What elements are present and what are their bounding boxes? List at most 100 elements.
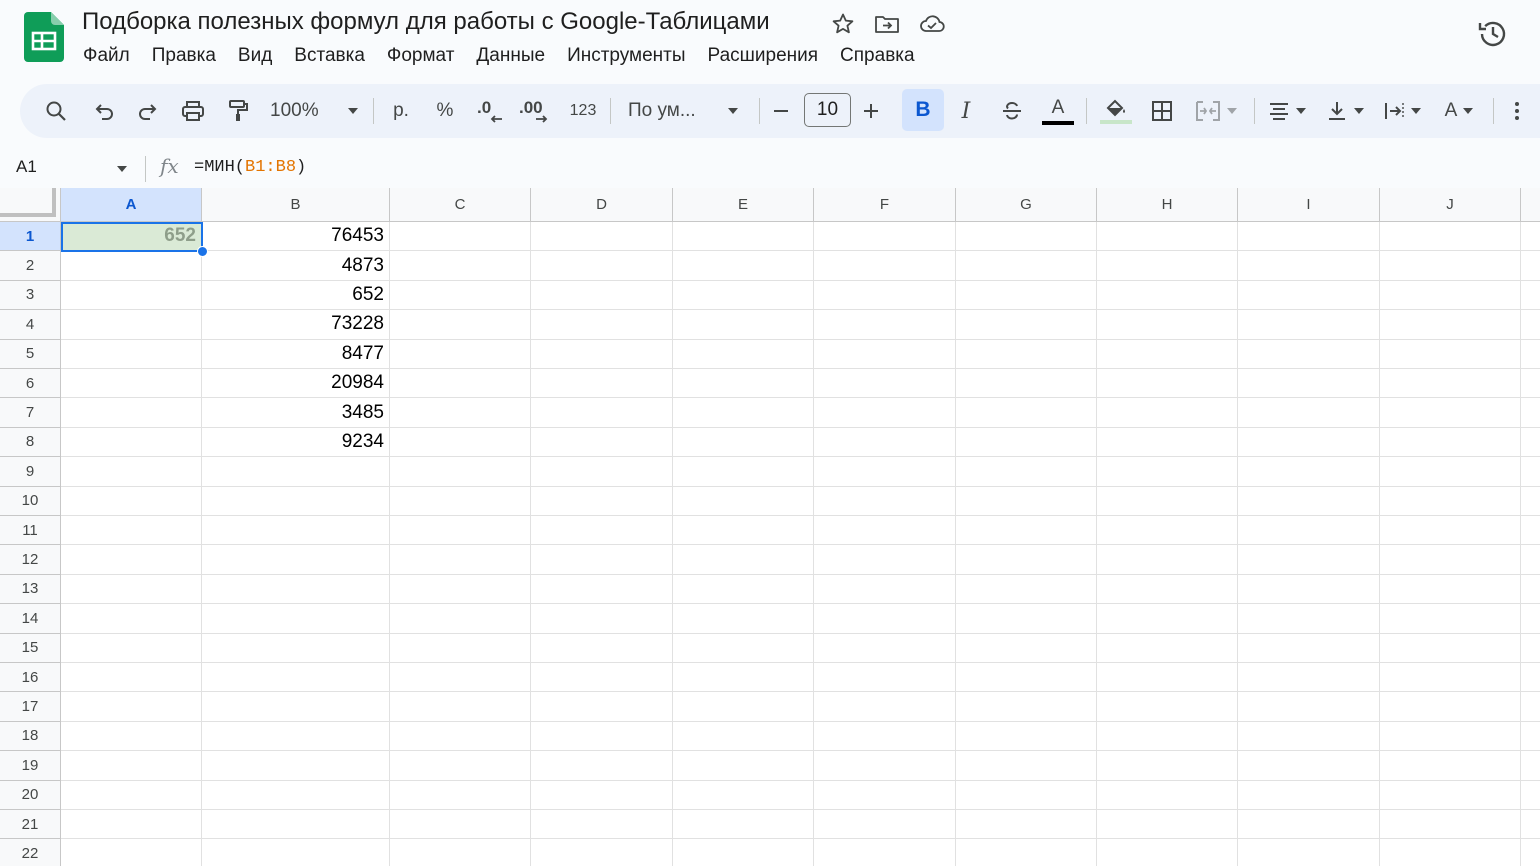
cell-a8[interactable] xyxy=(61,427,202,458)
cell-e13[interactable] xyxy=(673,574,814,605)
cell-a20[interactable] xyxy=(61,780,202,810)
cell-d10[interactable] xyxy=(531,486,673,516)
cell-f6[interactable] xyxy=(814,369,956,399)
cell-h16[interactable] xyxy=(1097,663,1238,693)
cell-d8[interactable] xyxy=(531,427,673,458)
column-header-a[interactable]: A xyxy=(61,188,202,222)
spreadsheet-grid[interactable]: A B C D E F G H I J 1 652 76453 2 4873 3 652 4 73228 5 8477 6… xyxy=(0,188,1540,866)
cell-g20[interactable] xyxy=(956,780,1097,810)
cell-f22[interactable] xyxy=(814,839,956,866)
cell-f13[interactable] xyxy=(814,574,956,605)
text-rotation-button[interactable]: A xyxy=(1434,93,1484,129)
cell-a3[interactable] xyxy=(61,280,202,311)
cell-c20[interactable] xyxy=(390,780,531,810)
cell-e18[interactable] xyxy=(673,721,814,752)
row-header-7[interactable]: 7 xyxy=(0,398,61,428)
more-formats-button[interactable]: 123 xyxy=(564,93,602,129)
row-header-2[interactable]: 2 xyxy=(0,251,61,281)
cell-i9[interactable] xyxy=(1238,457,1380,487)
cell-e15[interactable] xyxy=(673,633,814,663)
cell-e14[interactable] xyxy=(673,604,814,634)
cell-c17[interactable] xyxy=(390,692,531,722)
cell-b3[interactable]: 652 xyxy=(202,280,390,311)
paint-format-icon[interactable] xyxy=(220,93,256,129)
cell-f9[interactable] xyxy=(814,457,956,487)
cell-k8[interactable] xyxy=(1521,428,1540,458)
cell-g1[interactable] xyxy=(956,222,1097,252)
row-header-20[interactable]: 20 xyxy=(0,780,61,810)
text-color-button[interactable]: A xyxy=(1038,93,1078,129)
row-header-17[interactable]: 17 xyxy=(0,692,61,722)
cell-j20[interactable] xyxy=(1380,780,1521,810)
cell-h21[interactable] xyxy=(1097,810,1238,840)
cell-d9[interactable] xyxy=(531,457,673,487)
cell-g5[interactable] xyxy=(956,339,1097,369)
row-header-13[interactable]: 13 xyxy=(0,574,61,605)
cell-j12[interactable] xyxy=(1380,545,1521,575)
cell-f7[interactable] xyxy=(814,398,956,428)
bold-button[interactable]: B xyxy=(902,89,944,131)
cell-k14[interactable] xyxy=(1521,604,1540,634)
cell-e5[interactable] xyxy=(673,339,814,369)
menu-format[interactable]: Формат xyxy=(376,42,466,70)
borders-icon[interactable] xyxy=(1144,93,1180,129)
cell-e1[interactable] xyxy=(673,222,814,252)
cell-d17[interactable] xyxy=(531,692,673,722)
cell-d4[interactable] xyxy=(531,310,673,340)
decrease-font-size-button[interactable] xyxy=(764,93,798,129)
cell-i6[interactable] xyxy=(1238,369,1380,399)
cell-h20[interactable] xyxy=(1097,780,1238,810)
cell-i19[interactable] xyxy=(1238,751,1380,781)
cell-c2[interactable] xyxy=(390,251,531,281)
cell-i2[interactable] xyxy=(1238,251,1380,281)
cell-g18[interactable] xyxy=(956,721,1097,752)
column-header-c[interactable]: C xyxy=(390,188,531,222)
row-header-18[interactable]: 18 xyxy=(0,721,61,752)
cell-i13[interactable] xyxy=(1238,574,1380,605)
cell-d11[interactable] xyxy=(531,516,673,546)
cell-h11[interactable] xyxy=(1097,516,1238,546)
cell-j1[interactable] xyxy=(1380,222,1521,252)
cell-e22[interactable] xyxy=(673,839,814,866)
cell-j10[interactable] xyxy=(1380,486,1521,516)
cell-h22[interactable] xyxy=(1097,839,1238,866)
cell-i4[interactable] xyxy=(1238,310,1380,340)
cell-g17[interactable] xyxy=(956,692,1097,722)
cell-j16[interactable] xyxy=(1380,663,1521,693)
cell-k12[interactable] xyxy=(1521,545,1540,575)
cell-d20[interactable] xyxy=(531,780,673,810)
menu-file[interactable]: Файл xyxy=(72,42,141,70)
cell-i17[interactable] xyxy=(1238,692,1380,722)
cell-k16[interactable] xyxy=(1521,663,1540,693)
search-menus-icon[interactable] xyxy=(38,93,74,129)
cell-c15[interactable] xyxy=(390,633,531,663)
cell-a11[interactable] xyxy=(61,516,202,546)
cell-a6[interactable] xyxy=(61,369,202,399)
select-all-corner[interactable] xyxy=(0,188,61,222)
row-header-8[interactable]: 8 xyxy=(0,427,61,458)
row-header-19[interactable]: 19 xyxy=(0,751,61,781)
cell-a12[interactable] xyxy=(61,545,202,575)
cell-f4[interactable] xyxy=(814,310,956,340)
cell-a13[interactable] xyxy=(61,574,202,605)
cell-j5[interactable] xyxy=(1380,339,1521,369)
cell-e7[interactable] xyxy=(673,398,814,428)
cell-i7[interactable] xyxy=(1238,398,1380,428)
cell-k9[interactable] xyxy=(1521,457,1540,487)
cell-b8[interactable]: 9234 xyxy=(202,427,390,458)
column-header-b[interactable]: B xyxy=(202,188,390,222)
cell-j15[interactable] xyxy=(1380,633,1521,663)
chevron-down-icon[interactable] xyxy=(117,166,127,172)
cell-a9[interactable] xyxy=(61,457,202,487)
cell-a16[interactable] xyxy=(61,663,202,693)
cell-k2[interactable] xyxy=(1521,251,1540,281)
cell-e20[interactable] xyxy=(673,780,814,810)
cell-j14[interactable] xyxy=(1380,604,1521,634)
cell-h15[interactable] xyxy=(1097,633,1238,663)
cell-c11[interactable] xyxy=(390,516,531,546)
cell-f16[interactable] xyxy=(814,663,956,693)
cell-j2[interactable] xyxy=(1380,251,1521,281)
cell-k4[interactable] xyxy=(1521,310,1540,340)
cell-j11[interactable] xyxy=(1380,516,1521,546)
cell-h9[interactable] xyxy=(1097,457,1238,487)
